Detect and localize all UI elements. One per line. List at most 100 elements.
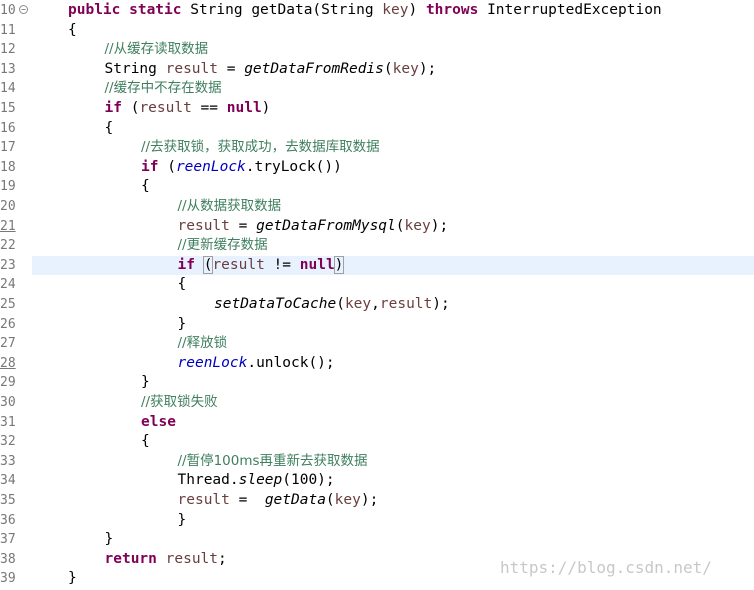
line-number: 32 — [0, 434, 16, 450]
line-number: 11 — [0, 22, 16, 38]
line-number: 26 — [0, 316, 16, 332]
code-line[interactable]: 35 result = getData(key); — [0, 491, 754, 511]
code-token: ; — [218, 550, 227, 567]
code-token: setDataToCache — [214, 296, 337, 312]
code-line[interactable]: 20 //从数据获取数据 — [0, 197, 754, 217]
code-token: ( — [336, 296, 345, 312]
text-cursor — [343, 256, 345, 273]
code-token: result — [165, 550, 219, 567]
watermark: https://blog.csdn.net/ — [500, 558, 712, 577]
code-token: = — [229, 217, 257, 234]
code-line[interactable]: 29} — [0, 373, 754, 393]
code-token: ( — [325, 492, 335, 508]
code-token: } — [177, 315, 187, 332]
code-text: { — [178, 275, 187, 295]
code-token: ( — [121, 100, 140, 116]
code-token: if — [177, 256, 195, 273]
code-token: { — [141, 178, 150, 195]
code-comment: //释放锁 — [177, 335, 228, 352]
code-token: if — [141, 158, 159, 175]
code-token: null — [226, 100, 262, 116]
line-number: 29 — [0, 375, 16, 391]
code-token: public static — [68, 2, 191, 18]
code-token: throws — [425, 2, 488, 18]
code-line[interactable]: 37} — [0, 530, 754, 550]
line-number: 35 — [0, 493, 16, 508]
code-token: = — [218, 60, 245, 77]
code-line[interactable]: 36} — [0, 511, 754, 531]
code-text: public static String getData(String key)… — [68, 1, 662, 21]
code-text: reenLock.unlock(); — [178, 354, 335, 374]
code-token: result — [177, 217, 230, 234]
line-number: 16 — [0, 120, 16, 136]
code-token: key — [334, 492, 361, 508]
code-text: //去获取锁，获取成功，去数据库取数据 — [141, 138, 380, 158]
code-line[interactable]: 25 setDataToCache(key,result); — [0, 295, 754, 315]
code-token: ( — [383, 60, 393, 77]
code-line[interactable]: 32 { — [0, 432, 754, 452]
line-number: 15 — [0, 101, 16, 116]
code-token: key — [344, 296, 372, 312]
code-text: //从缓存读取数据 — [105, 40, 209, 60]
code-editor[interactable]: 10− public static String getData(String k… — [0, 0, 754, 590]
code-line[interactable]: 33 //暂停100ms再重新去获取数据 — [0, 452, 754, 472]
code-line[interactable]: 15 if (result == null) — [0, 99, 754, 119]
code-line[interactable]: 22 //更新缓存数据 — [0, 236, 754, 256]
code-token: result — [177, 492, 230, 508]
code-line[interactable]: 18 if (reenLock.tryLock()) — [0, 158, 754, 178]
code-token: ( — [158, 158, 176, 175]
code-token: getDataFromMysql — [256, 217, 396, 234]
code-line[interactable]: 10− public static String getData(String k… — [0, 1, 754, 21]
line-number: 19 — [0, 179, 16, 195]
code-line[interactable]: 28 reenLock.unlock(); — [0, 354, 754, 374]
line-number: 13 — [0, 61, 16, 77]
code-line[interactable]: 21 result = getDataFromMysql(key); — [0, 217, 754, 237]
code-text: } — [68, 569, 77, 589]
code-token: ); — [418, 60, 437, 77]
line-number: 22 — [0, 238, 16, 254]
code-token: } — [104, 531, 114, 548]
code-text: //从数据获取数据 — [178, 197, 282, 217]
code-text: //缓存中不存在数据 — [105, 79, 222, 99]
code-text: } — [141, 373, 150, 393]
code-line[interactable]: 12 //从缓存读取数据 — [0, 40, 754, 60]
code-text: setDataToCache(key,result); — [214, 295, 450, 315]
code-line[interactable]: 13 String result = getDataFromRedis(key); — [0, 60, 754, 80]
code-text: { — [105, 119, 114, 139]
code-text: //更新缓存数据 — [178, 236, 268, 256]
code-token: } — [68, 570, 77, 587]
code-line[interactable]: 26} — [0, 315, 754, 335]
code-token: Thread. — [177, 472, 239, 489]
fold-toggle-icon[interactable]: − — [19, 5, 28, 14]
code-token: return — [104, 550, 157, 567]
code-line[interactable]: 17 //去获取锁，获取成功，去数据库取数据 — [0, 138, 754, 158]
code-line[interactable]: 30 //获取锁失败 — [0, 393, 754, 413]
code-line[interactable]: 23 if (result != null) — [0, 255, 754, 276]
code-token: key — [392, 60, 419, 77]
code-token: else — [141, 413, 176, 430]
code-line[interactable]: 27 //释放锁 — [0, 334, 754, 354]
code-token: ); — [432, 296, 450, 312]
code-text: result = getData(key); — [178, 491, 379, 511]
code-text: else — [141, 413, 176, 433]
code-text: //暂停100ms再重新去获取数据 — [178, 452, 368, 472]
code-line[interactable]: 24 { — [0, 275, 754, 295]
code-line[interactable]: 34 Thread.sleep(100); — [0, 471, 754, 491]
code-line[interactable]: 31 else — [0, 413, 754, 433]
code-line[interactable]: 19 { — [0, 177, 754, 197]
code-token: String — [104, 60, 166, 77]
code-comment: //去获取锁，获取成功，去数据库取数据 — [141, 139, 380, 156]
line-number: 31 — [0, 414, 16, 430]
code-token: , — [371, 296, 380, 312]
code-line[interactable]: 11 { — [0, 21, 754, 41]
code-token: { — [177, 276, 187, 293]
code-line[interactable]: 16 { — [0, 119, 754, 139]
code-text: if (result == null) — [105, 99, 271, 119]
code-token: result — [379, 296, 433, 312]
code-token: ) — [333, 255, 345, 274]
code-token: = — [229, 492, 265, 508]
code-line[interactable]: 14 //缓存中不存在数据 — [0, 79, 754, 99]
code-token: key — [382, 2, 409, 18]
code-token: } — [177, 511, 187, 528]
